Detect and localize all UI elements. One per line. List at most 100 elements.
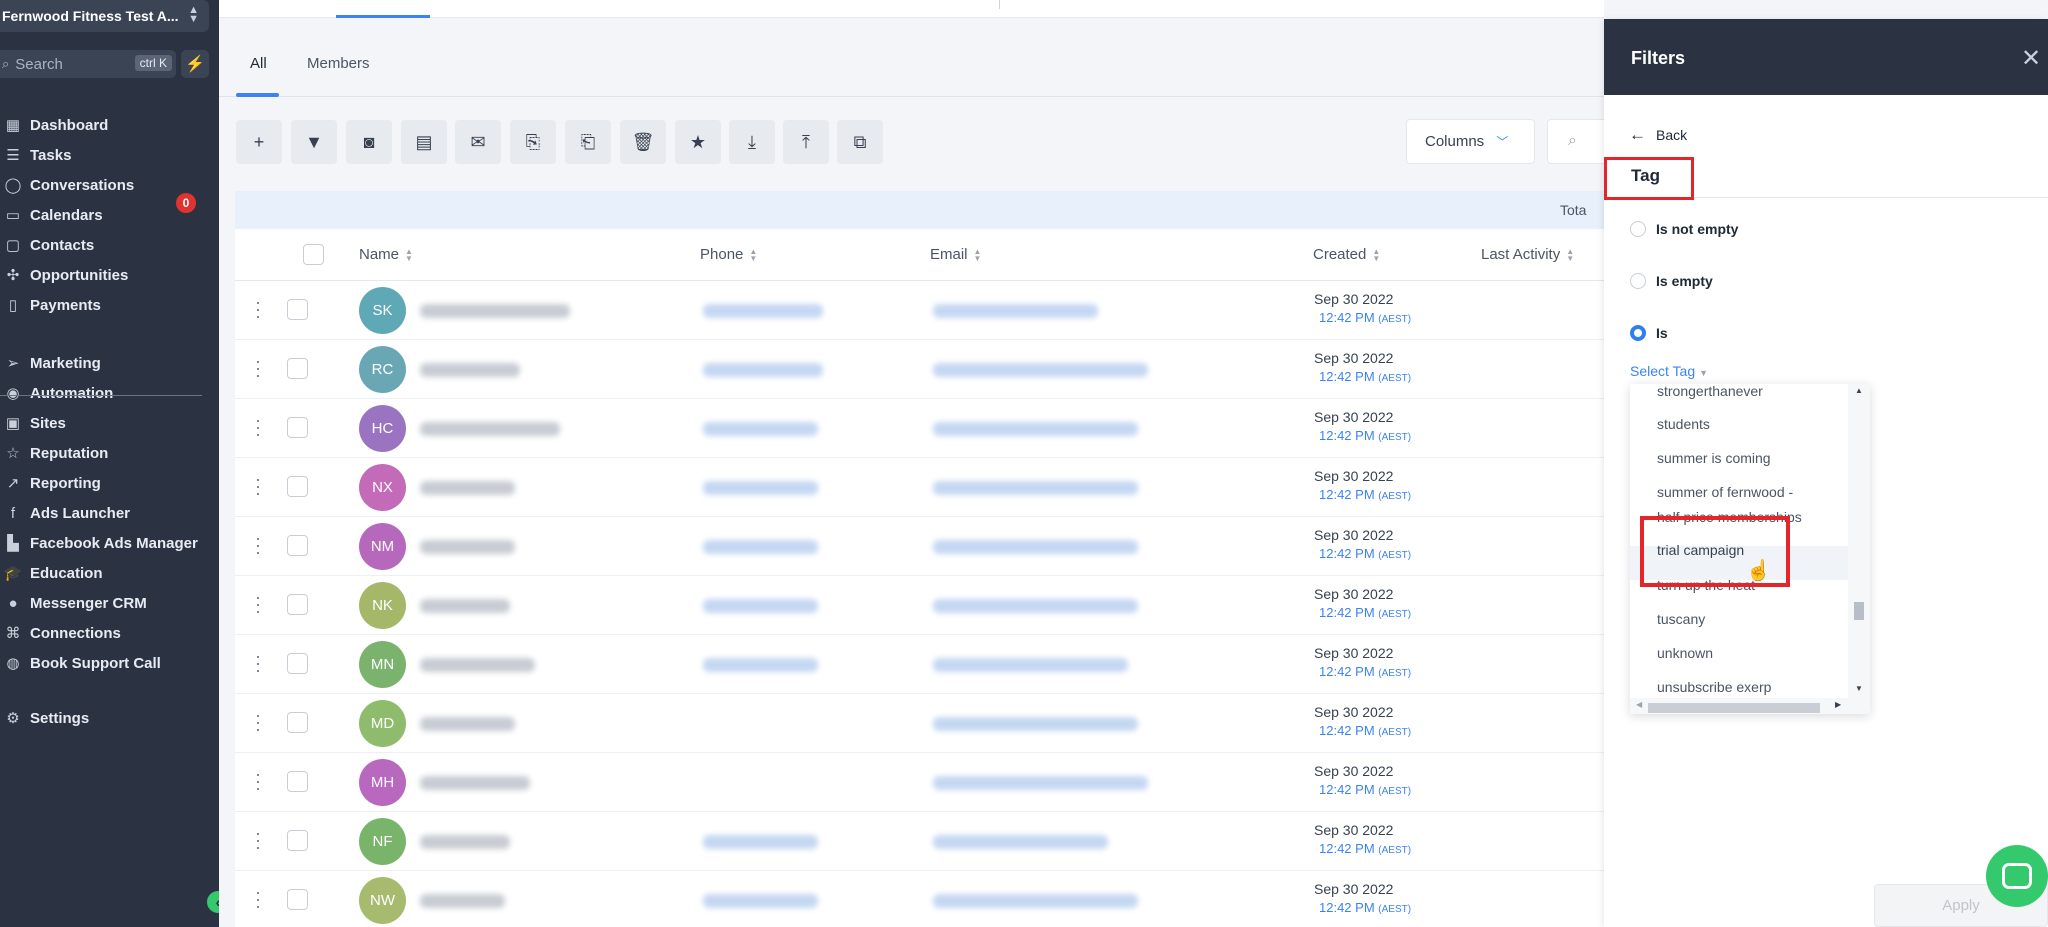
row-checkbox[interactable] xyxy=(287,830,308,851)
table-row[interactable]: · · · SK Sep 30 2022 12:42 PM (AEST) xyxy=(235,281,1604,340)
tag-option[interactable]: summer is coming xyxy=(1657,450,1771,466)
contacts-search-input[interactable]: ⌕ xyxy=(1547,119,1607,164)
table-row[interactable]: · · · RC Sep 30 2022 12:42 PM (AEST) xyxy=(235,340,1604,399)
back-button[interactable]: ← Back xyxy=(1629,125,1687,145)
import-button[interactable]: ⤓ xyxy=(729,120,775,164)
email-button[interactable]: ✉ xyxy=(455,120,501,164)
sms-button[interactable]: ▤ xyxy=(401,120,447,164)
row-checkbox[interactable] xyxy=(287,299,308,320)
radio-is[interactable] xyxy=(1630,325,1646,341)
scroll-right-icon[interactable]: ▶ xyxy=(1835,700,1841,709)
more-options-icon[interactable]: · · · xyxy=(255,470,261,502)
column-name-header[interactable]: Name ▲ ▼ xyxy=(359,246,413,263)
tab-members[interactable]: Members xyxy=(307,55,370,72)
row-checkbox[interactable] xyxy=(287,535,308,556)
more-options-icon[interactable]: · · · xyxy=(255,352,261,384)
sidebar-item-conversations[interactable]: ◯ Conversations xyxy=(0,170,135,200)
sidebar-item-connections[interactable]: ⌘ Connections xyxy=(0,618,121,648)
more-options-icon[interactable]: · · · xyxy=(255,824,261,856)
tag-option[interactable]: students xyxy=(1657,416,1710,432)
table-row[interactable]: · · · NF Sep 30 2022 12:42 PM (AEST) xyxy=(235,812,1604,871)
more-options-icon[interactable]: · · · xyxy=(255,293,261,325)
sidebar-item-reputation[interactable]: ☆ Reputation xyxy=(0,438,108,468)
more-options-icon[interactable]: · · · xyxy=(255,529,261,561)
select-tag-dropdown[interactable]: Select Tag ▼ xyxy=(1630,363,1708,379)
tag-option[interactable]: tuscany xyxy=(1657,611,1705,627)
table-row[interactable]: · · · NM Sep 30 2022 12:42 PM (AEST) xyxy=(235,517,1604,576)
table-row[interactable]: · · · MN Sep 30 2022 12:42 PM (AEST) xyxy=(235,635,1604,694)
sidebar-item-contacts[interactable]: ▢ Contacts xyxy=(0,230,94,260)
sidebar-item-tasks[interactable]: ☰ Tasks xyxy=(0,140,71,170)
tag-option[interactable]: strongerthanever xyxy=(1657,384,1763,399)
filter-button[interactable]: ▼ xyxy=(291,120,337,164)
sidebar-item-calendars[interactable]: ▭ Calendars xyxy=(0,200,103,230)
merge-button[interactable]: ⧉ xyxy=(837,120,883,164)
sidebar-item-automation[interactable]: ◉ Automation xyxy=(0,378,113,408)
more-options-icon[interactable]: · · · xyxy=(255,706,261,738)
sidebar-item-payments[interactable]: ▯ Payments xyxy=(0,290,101,320)
remove-tag-button[interactable]: ⎗ xyxy=(565,120,611,164)
row-checkbox[interactable] xyxy=(287,594,308,615)
sidebar-item-opportunities[interactable]: ✣ Opportunities xyxy=(0,260,129,290)
tag-option[interactable]: unknown xyxy=(1657,645,1713,661)
table-row[interactable]: · · · HC Sep 30 2022 12:42 PM (AEST) xyxy=(235,399,1604,458)
export-button[interactable]: ⤒ xyxy=(783,120,829,164)
automation-button[interactable]: ◙ xyxy=(346,120,392,164)
more-options-icon[interactable]: · · · xyxy=(255,883,261,915)
add-tag-button[interactable]: ⎘ xyxy=(510,120,556,164)
sidebar-item-sites[interactable]: ▣ Sites xyxy=(0,408,66,438)
table-row[interactable]: · · · MD Sep 30 2022 12:42 PM (AEST) xyxy=(235,694,1604,753)
horizontal-scrollbar[interactable]: ◀ ▶ xyxy=(1630,698,1870,714)
tab-all[interactable]: All xyxy=(250,55,267,72)
row-checkbox[interactable] xyxy=(287,653,308,674)
table-row[interactable]: · · · MH Sep 30 2022 12:42 PM (AEST) xyxy=(235,753,1604,812)
more-options-icon[interactable]: · · · xyxy=(255,647,261,679)
more-options-icon[interactable]: · · · xyxy=(255,588,261,620)
row-checkbox[interactable] xyxy=(287,712,308,733)
close-icon[interactable]: ✕ xyxy=(2021,44,2041,73)
row-checkbox[interactable] xyxy=(287,771,308,792)
sidebar-item-marketing[interactable]: ➢ Marketing xyxy=(0,348,101,378)
radio-is-not-empty[interactable] xyxy=(1630,221,1646,237)
delete-button[interactable]: 🗑 xyxy=(620,120,666,164)
sidebar-item-reporting[interactable]: ↗ Reporting xyxy=(0,468,101,498)
column-email-header[interactable]: Email ▲ ▼ xyxy=(930,246,981,263)
sidebar-item-dashboard[interactable]: ▦ Dashboard xyxy=(0,110,108,140)
tag-option[interactable]: unsubscribe exerp xyxy=(1657,679,1771,695)
columns-dropdown[interactable]: Columns ﹀ xyxy=(1406,119,1535,164)
row-checkbox[interactable] xyxy=(287,417,308,438)
vertical-scrollbar[interactable]: ▲ ▼ xyxy=(1848,384,1870,698)
scrollbar-thumb[interactable] xyxy=(1648,703,1820,713)
select-all-checkbox[interactable] xyxy=(303,244,324,265)
scroll-down-icon[interactable]: ▼ xyxy=(1855,684,1863,693)
chat-widget-button[interactable] xyxy=(1986,845,2048,907)
scrollbar-thumb[interactable] xyxy=(1854,602,1864,620)
table-row[interactable]: · · · NK Sep 30 2022 12:42 PM (AEST) xyxy=(235,576,1604,635)
sidebar-item-book-support-call[interactable]: ◍ Book Support Call xyxy=(0,648,160,678)
created-date: Sep 30 2022 xyxy=(1314,763,1394,779)
column-last-activity-header[interactable]: Last Activity ▲ ▼ xyxy=(1481,246,1574,263)
scroll-up-icon[interactable]: ▲ xyxy=(1855,386,1863,395)
sidebar-item-messenger-crm[interactable]: ● Messenger CRM xyxy=(0,588,146,618)
radio-is-empty[interactable] xyxy=(1630,273,1646,289)
sidebar-item-settings[interactable]: ⚙ Settings xyxy=(0,703,89,733)
column-phone-header[interactable]: Phone ▲ ▼ xyxy=(700,246,757,263)
tag-option[interactable]: summer of fernwood - xyxy=(1657,484,1793,500)
more-options-icon[interactable]: · · · xyxy=(255,765,261,797)
row-checkbox[interactable] xyxy=(287,889,308,910)
sidebar-item-facebook-ads-manager[interactable]: ▙ Facebook Ads Manager xyxy=(0,528,198,558)
column-created-header[interactable]: Created ▲ ▼ xyxy=(1313,246,1380,263)
quick-actions-button[interactable]: ⚡ xyxy=(181,50,209,78)
sidebar-search[interactable]: ⌕ Search ctrl K xyxy=(0,50,176,78)
add-contact-button[interactable]: + xyxy=(236,120,282,164)
sidebar-item-education[interactable]: 🎓 Education xyxy=(0,558,103,588)
account-switcher[interactable]: Fernwood Fitness Test A... ▲ ▼ xyxy=(0,0,209,32)
row-checkbox[interactable] xyxy=(287,358,308,379)
table-row[interactable]: · · · NX Sep 30 2022 12:42 PM (AEST) xyxy=(235,458,1604,517)
table-row[interactable]: · · · NW Sep 30 2022 12:42 PM (AEST) xyxy=(235,871,1604,927)
row-checkbox[interactable] xyxy=(287,476,308,497)
review-request-button[interactable]: ★ xyxy=(675,120,721,164)
scroll-left-icon[interactable]: ◀ xyxy=(1636,700,1642,709)
sidebar-item-ads-launcher[interactable]: f Ads Launcher xyxy=(0,498,130,528)
more-options-icon[interactable]: · · · xyxy=(255,411,261,443)
